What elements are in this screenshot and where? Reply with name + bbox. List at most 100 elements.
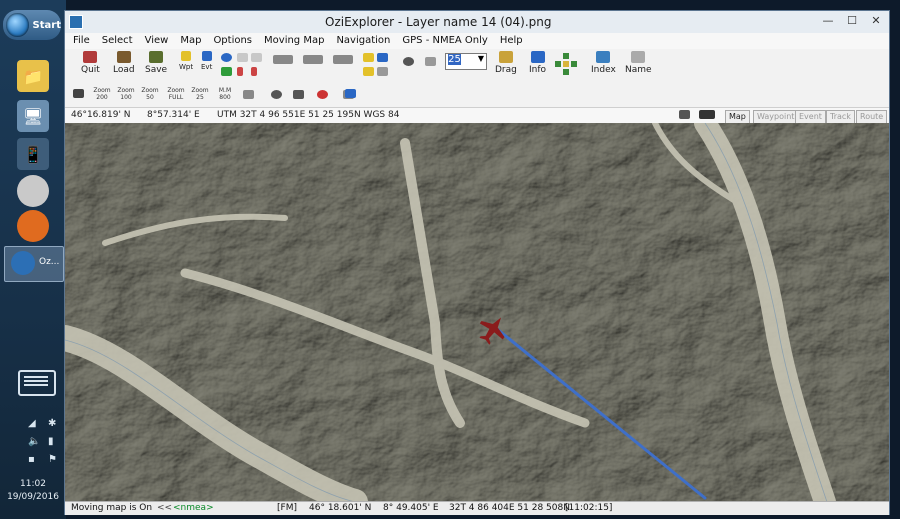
drag-icon — [498, 51, 513, 63]
clock-date: 19/09/2016 — [7, 492, 59, 502]
drag-button[interactable]: Drag — [495, 51, 517, 75]
network-icon[interactable]: ▪ — [28, 454, 35, 465]
gps-time: [11:02:15] — [565, 503, 613, 513]
display-icon[interactable] — [679, 110, 690, 119]
signal-icon[interactable]: ◢ — [28, 418, 36, 429]
menu-options[interactable]: Options — [205, 33, 256, 46]
pan-arrows-icon[interactable] — [555, 53, 577, 75]
moving-map-icon[interactable] — [73, 89, 84, 98]
taskbar: Start 📁 🖥 📱 Oz... ◢ ✱ 🔈 ▮ ▪ ⚑ 11:02 19/0… — [0, 0, 66, 519]
layer3-icon[interactable] — [363, 67, 374, 76]
menu-navigation[interactable]: Navigation — [328, 33, 394, 46]
layer1-icon[interactable] — [363, 53, 374, 62]
cursor-longitude: 8°57.314' E — [147, 110, 200, 120]
app-circle-icon[interactable] — [17, 175, 49, 207]
waypoint-label: Wpt — [179, 63, 194, 71]
index-button[interactable]: Index — [591, 51, 616, 75]
quit-button[interactable]: Quit — [81, 51, 100, 75]
computer-icon[interactable]: 🖥 — [17, 100, 49, 132]
save-button[interactable]: Save — [145, 51, 167, 75]
title-bar[interactable]: OziExplorer - Layer name 14 (04).png — ☐… — [65, 11, 889, 33]
event-icon — [201, 51, 212, 61]
zoom-select[interactable]: 25 ▼ — [445, 53, 487, 70]
waypoint-icon — [181, 51, 192, 61]
info-icon — [530, 51, 545, 63]
menu-help[interactable]: Help — [492, 33, 527, 46]
menu-gps[interactable]: GPS - NMEA Only — [394, 33, 491, 46]
flag-icon[interactable]: ⚑ — [48, 454, 57, 465]
main-toolbar: Quit Load Save Wpt Evt 25 ▼ Drag Info In… — [65, 49, 889, 84]
show-tracks-icon[interactable] — [333, 55, 353, 64]
menu-moving-map[interactable]: Moving Map — [256, 33, 328, 46]
volume-icon[interactable]: 🔈 — [28, 436, 40, 447]
nav-arrows[interactable]: << — [157, 503, 172, 513]
card-icon[interactable] — [699, 110, 715, 119]
menu-select[interactable]: Select — [94, 33, 137, 46]
start-orb-icon — [6, 13, 29, 37]
create-route-icon[interactable] — [251, 53, 262, 62]
menu-map[interactable]: Map — [172, 33, 205, 46]
dot-red-icon[interactable] — [251, 67, 257, 76]
gps-longitude: 8° 49.405' E — [383, 503, 439, 513]
tab-track[interactable]: Track — [826, 110, 855, 124]
stop-icon[interactable] — [317, 90, 328, 99]
folder-icon[interactable]: 📁 — [17, 60, 49, 92]
menu-file[interactable]: File — [65, 33, 94, 46]
minimize-icon[interactable]: — — [817, 13, 839, 29]
menu-bar: File Select View Map Options Moving Map Naviga… — [65, 33, 889, 49]
app-icon[interactable] — [69, 15, 83, 29]
create-icon[interactable] — [237, 53, 248, 62]
name-label: Name — [625, 65, 652, 75]
zoom-200-button[interactable]: Zoom 200 — [93, 87, 111, 101]
zoom-value: 25 — [448, 54, 461, 65]
gps-icon[interactable] — [221, 53, 232, 62]
zoom-full-button[interactable]: Zoom FULL — [165, 87, 187, 101]
compass-icon[interactable] — [345, 89, 356, 98]
tab-map[interactable]: Map — [725, 110, 750, 124]
map-view[interactable] — [65, 123, 889, 502]
zoom-100-button[interactable]: Zoom 100 — [117, 87, 135, 101]
show-events-icon[interactable] — [303, 55, 323, 64]
layer2-icon[interactable] — [377, 53, 388, 62]
menu-view[interactable]: View — [137, 33, 173, 46]
name-icon — [631, 51, 646, 63]
moving-map-800-button[interactable]: M.M 800 — [215, 87, 235, 101]
event-button[interactable]: Evt — [201, 51, 212, 71]
battery-icon[interactable]: ▮ — [48, 436, 54, 447]
print-icon[interactable] — [425, 57, 436, 66]
firefox-icon[interactable] — [17, 210, 49, 242]
tool-green-icon[interactable] — [221, 67, 232, 76]
info-button[interactable]: Info — [529, 51, 546, 75]
name-button[interactable]: Name — [625, 51, 652, 75]
maximize-icon[interactable]: ☐ — [841, 13, 863, 29]
globe-icon[interactable] — [271, 90, 282, 99]
keyboard-icon[interactable] — [18, 370, 56, 396]
tab-route[interactable]: Route — [856, 110, 888, 124]
status-bar: Moving map is On << <nmea> [FM] 46° 18.6… — [65, 501, 889, 515]
anchor-icon[interactable] — [293, 90, 304, 99]
waypoint-button[interactable]: Wpt — [179, 51, 193, 71]
clock[interactable]: 11:02 19/09/2016 — [0, 478, 66, 504]
find-icon[interactable] — [403, 57, 414, 66]
layer4-icon[interactable] — [377, 67, 388, 76]
start-button[interactable]: Start — [3, 10, 61, 40]
cursor-utm: UTM 32T 4 96 551E 51 25 195N WGS 84 — [217, 110, 400, 120]
gps-latitude: 46° 18.601' N — [309, 503, 372, 513]
show-waypoints-icon[interactable] — [273, 55, 293, 64]
index-label: Index — [591, 65, 616, 75]
monitor-icon[interactable] — [243, 90, 254, 99]
plus-red-icon[interactable] — [237, 67, 243, 76]
clock-time: 11:02 — [20, 479, 46, 489]
tab-waypoint[interactable]: Waypoint — [753, 110, 799, 124]
taskbar-active-app[interactable]: Oz... — [4, 246, 64, 282]
close-icon[interactable]: ✕ — [865, 13, 887, 29]
bluetooth-icon[interactable]: ✱ — [48, 418, 56, 429]
nmea-status: <nmea> — [173, 503, 214, 513]
load-button[interactable]: Load — [113, 51, 135, 75]
zoom-50-button[interactable]: Zoom 50 — [141, 87, 159, 101]
tab-event[interactable]: Event — [795, 110, 826, 124]
window-title: OziExplorer - Layer name 14 (04).png — [325, 15, 552, 29]
load-icon — [116, 51, 131, 63]
phone-icon[interactable]: 📱 — [17, 138, 49, 170]
zoom-25-button[interactable]: Zoom 25 — [191, 87, 209, 101]
